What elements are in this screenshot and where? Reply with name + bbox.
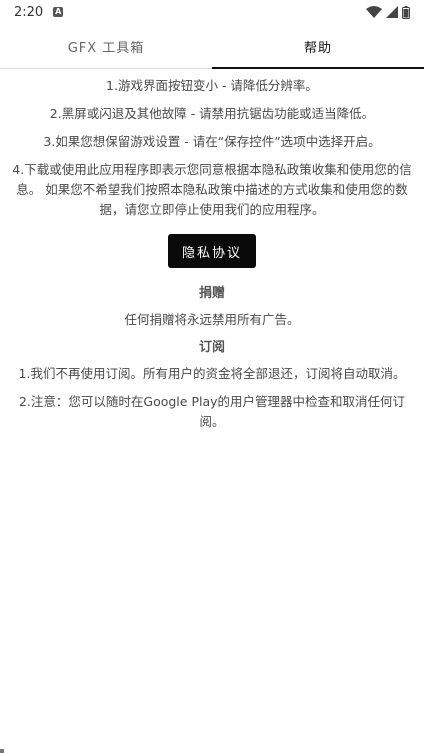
notification-icon: A — [53, 7, 64, 17]
subscription-section: 订阅 1.我们不再使用订阅。所有用户的资金将全部退还，订阅将自动取消。 2.注意… — [12, 338, 412, 432]
bottom-corner-mark — [0, 749, 4, 753]
help-item-1: 1.游戏界面按钮变小 - 请降低分辨率。 — [106, 78, 318, 93]
wifi-icon — [366, 6, 382, 18]
subscription-title: 订阅 — [198, 340, 225, 355]
help-item-4: 4.下载或使用此应用程序即表示您同意根据本隐私政策收集和使用您的信息。 如果您不… — [12, 162, 412, 217]
donate-text: 任何捐赠将永远禁用所有广告。 — [124, 312, 300, 327]
subscription-item-1: 1.我们不再使用订阅。所有用户的资金将全部退还，订阅将自动取消。 — [18, 366, 406, 381]
status-left: 2:20 A — [14, 4, 64, 20]
status-bar: 2:20 A — [0, 0, 424, 24]
tab-gfx-tools[interactable]: GFX 工具箱 — [0, 24, 212, 68]
privacy-policy-button[interactable]: 隐私协议 — [168, 234, 256, 268]
help-item-2: 2.黑屏或闪退及其他故障 - 请禁用抗锯齿功能或适当降低。 — [49, 106, 375, 121]
help-content: 1.游戏界面按钮变小 - 请降低分辨率。 2.黑屏或闪退及其他故障 - 请禁用抗… — [12, 76, 412, 440]
tab-help-label: 帮助 — [303, 40, 332, 56]
subscription-item-2: 2.注意：您可以随时在Google Play的用户管理器中检查和取消任何订阅。 — [18, 394, 406, 429]
tab-bar: GFX 工具箱 帮助 — [0, 24, 424, 69]
signal-icon — [386, 6, 398, 18]
status-right — [366, 5, 410, 19]
donate-section: 捐赠 任何捐赠将永远禁用所有广告。 — [12, 284, 412, 330]
battery-icon — [402, 5, 410, 19]
donate-title: 捐赠 — [198, 286, 225, 301]
status-time: 2:20 — [14, 4, 44, 20]
tab-gfx-tools-label: GFX 工具箱 — [67, 40, 145, 56]
tab-help[interactable]: 帮助 — [212, 24, 424, 69]
privacy-button-wrap: 隐私协议 — [12, 234, 412, 268]
help-item-3: 3.如果您想保留游戏设置 - 请在“保存控件”选项中选择开启。 — [43, 134, 381, 149]
